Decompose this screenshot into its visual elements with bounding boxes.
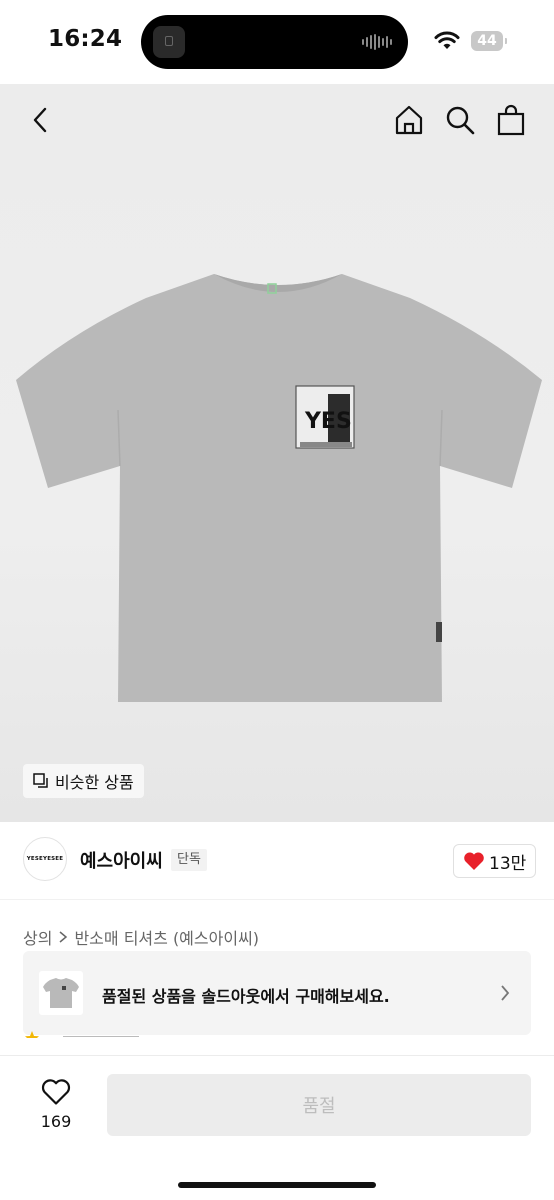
home-button[interactable] [391, 102, 427, 138]
similar-products-label: 비슷한 상품 [55, 773, 134, 792]
search-button[interactable] [442, 102, 478, 138]
brand-like-button[interactable]: 13만 [453, 844, 537, 878]
shopping-bag-icon [497, 104, 525, 136]
wishlist-count: 169 [40, 1112, 72, 1131]
brand-name[interactable]: 예스아이씨 [80, 847, 163, 873]
wifi-icon [434, 31, 460, 49]
chest-print-logo: YES [295, 385, 355, 449]
bottom-action-bar: 169 품절 [0, 1055, 554, 1200]
status-time: 16:24 [48, 26, 123, 52]
product-image-area[interactable]: YES 비슷한 상품 [0, 84, 554, 822]
star-icon [25, 1030, 39, 1038]
brand-like-count: 13만 [489, 853, 527, 874]
search-icon [446, 106, 475, 135]
soldout-banner[interactable]: 품절된 상품을 솔드아웃에서 구매해보세요. [23, 951, 531, 1035]
breadcrumb-category[interactable]: 상의 [23, 925, 52, 949]
divider [63, 1036, 139, 1037]
back-button[interactable] [22, 102, 58, 138]
cart-button[interactable] [493, 102, 529, 138]
chevron-right-icon [59, 931, 68, 943]
dynamic-island [141, 15, 408, 69]
exclusive-badge: 단독 [171, 849, 207, 871]
copy-icon [33, 773, 48, 788]
soldout-banner-text: 품절된 상품을 솔드아웃에서 구매해보세요. [102, 987, 390, 1006]
home-indicator [178, 1182, 376, 1188]
similar-products-button[interactable]: 비슷한 상품 [23, 764, 144, 798]
back-icon [33, 107, 47, 133]
battery-icon: 44 [471, 31, 507, 51]
brand-logo[interactable]: YESEYESEE [23, 837, 67, 881]
wishlist-button[interactable]: 169 [28, 1076, 84, 1136]
print-text: YES [304, 409, 352, 434]
soldout-button[interactable]: 품절 [107, 1074, 531, 1136]
audio-wave-icon [362, 33, 392, 51]
heart-outline-icon [41, 1079, 71, 1105]
status-bar: 16:24 44 [0, 0, 554, 84]
breadcrumb-subcategory[interactable]: 반소매 티셔츠 (예스아이씨) [74, 925, 259, 949]
product-image-tshirt[interactable]: YES [14, 270, 542, 710]
brand-logo-text: YESEYESEE [26, 856, 64, 862]
breadcrumb: 상의 반소매 티셔츠 (예스아이씨) [23, 925, 259, 949]
brand-row: YESEYESEE 예스아이씨 단독 13만 [0, 822, 554, 898]
divider [0, 899, 554, 900]
chevron-right-icon [501, 985, 510, 1001]
home-icon [395, 105, 423, 135]
banner-thumbnail [39, 971, 83, 1015]
heart-filled-icon [464, 852, 484, 870]
island-app-icon [153, 26, 185, 58]
